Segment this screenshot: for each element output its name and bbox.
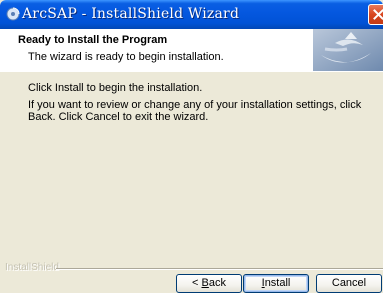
header-banner: Ready to Install the Program The wizard … [0, 29, 383, 72]
install-button[interactable]: Install [243, 274, 309, 293]
instruction-install: Click Install to begin the installation. [28, 82, 203, 94]
cancel-button[interactable]: Cancel [316, 274, 382, 293]
back-button-label: ack [208, 277, 226, 289]
back-button[interactable]: < Back [176, 274, 242, 293]
installer-icon [6, 7, 20, 21]
close-icon [373, 9, 383, 20]
installshield-brand-label: InstallShield [5, 262, 59, 273]
installshield-banner-art [313, 29, 383, 71]
banner-divider [0, 71, 383, 72]
back-button-accel: B [201, 277, 209, 289]
close-button[interactable] [368, 4, 383, 25]
banner-title: Ready to Install the Program [18, 34, 168, 46]
window-title: ArcSAP - InstallShield Wizard [22, 6, 240, 22]
instruction-review: If you want to review or change any of y… [28, 99, 362, 123]
install-button-label: nstall [264, 277, 291, 289]
banner-description: The wizard is ready to begin installatio… [28, 51, 224, 63]
title-bar[interactable]: ArcSAP - InstallShield Wizard [0, 0, 383, 29]
installshield-wizard-window: ArcSAP - InstallShield Wizard Ready to I… [0, 0, 383, 293]
back-button-prefix: < [192, 277, 202, 289]
footer-divider [56, 268, 383, 269]
